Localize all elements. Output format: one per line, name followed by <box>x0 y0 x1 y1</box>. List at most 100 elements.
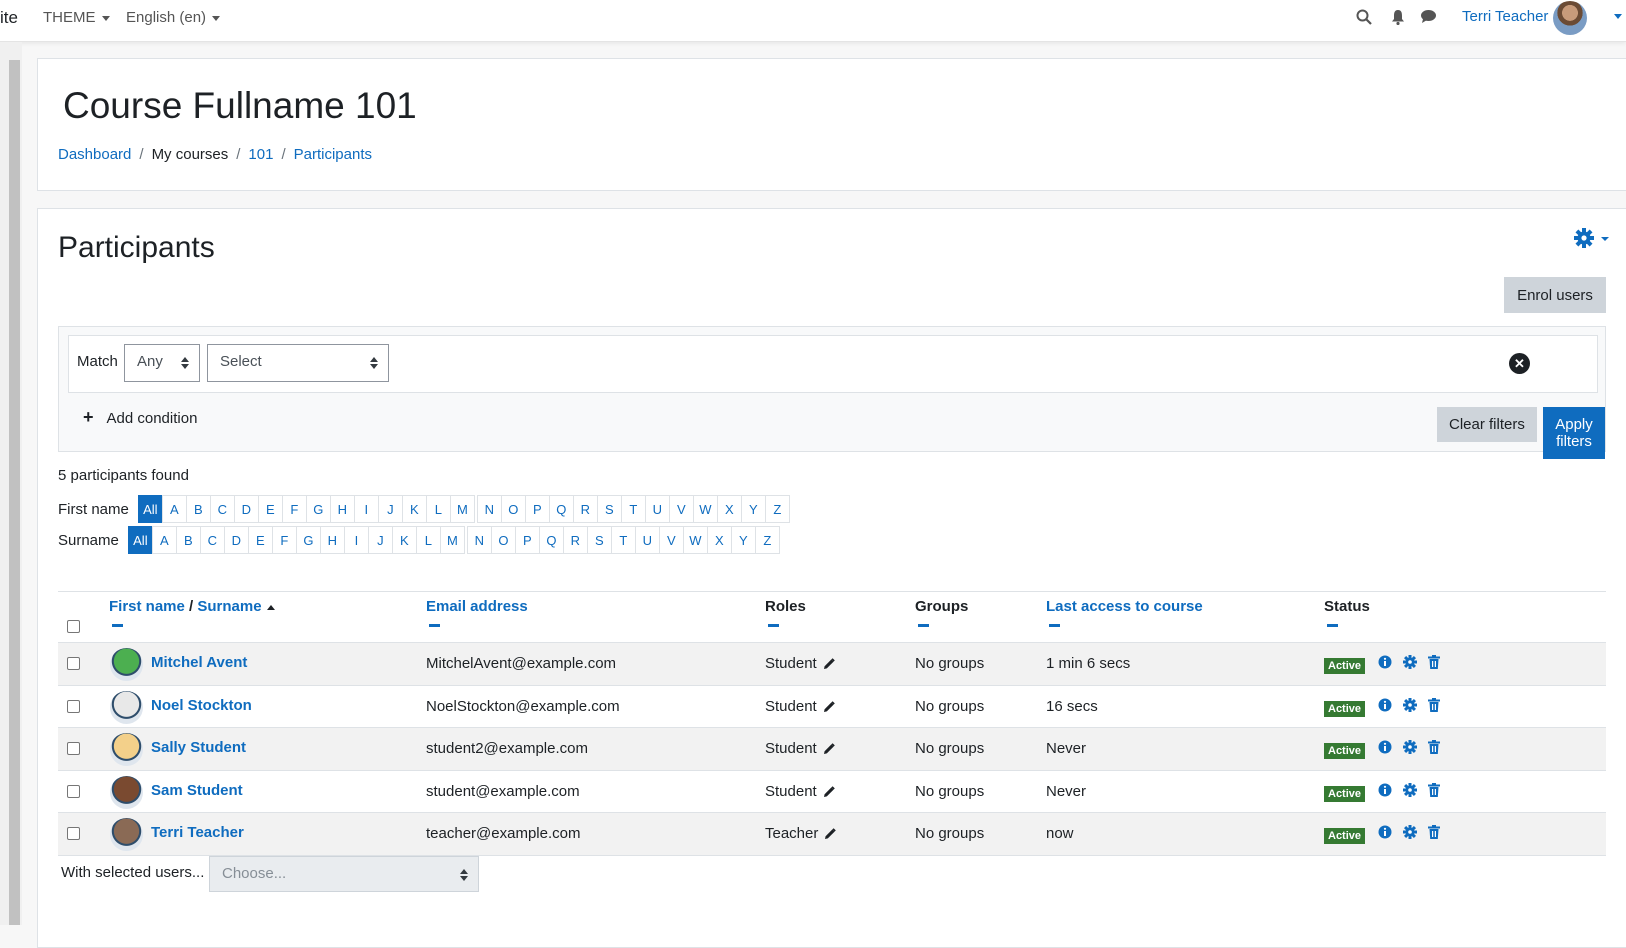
edit-pencil-icon[interactable] <box>823 657 835 674</box>
site-name[interactable]: ite <box>0 8 18 28</box>
surname-initial-t[interactable]: T <box>610 526 636 554</box>
row-select-checkbox[interactable] <box>67 784 80 798</box>
surname-initial-e[interactable]: E <box>247 526 273 554</box>
surname-initial-b[interactable]: B <box>175 526 201 554</box>
firstname-initial-i[interactable]: I <box>353 495 379 523</box>
row-select-checkbox[interactable] <box>67 827 80 840</box>
edit-pencil-icon[interactable] <box>823 785 835 802</box>
firstname-initial-g[interactable]: G <box>305 495 331 523</box>
firstname-initial-d[interactable]: D <box>233 495 259 523</box>
avatar[interactable] <box>1553 1 1587 35</box>
chevron-down-icon[interactable] <box>1614 14 1622 19</box>
breadcrumb-course[interactable]: 101 <box>248 146 273 163</box>
surname-initial-h[interactable]: H <box>319 526 345 554</box>
firstname-initial-n[interactable]: N <box>476 495 502 523</box>
collapse-column-icon[interactable] <box>112 624 123 627</box>
firstname-initial-o[interactable]: O <box>500 495 526 523</box>
chat-icon[interactable] <box>1420 9 1437 28</box>
firstname-initial-s[interactable]: S <box>596 495 622 523</box>
firstname-initial-y[interactable]: Y <box>740 495 766 523</box>
sort-firstname[interactable]: First name <box>109 598 185 615</box>
firstname-initial-l[interactable]: L <box>425 495 451 523</box>
surname-initial-o[interactable]: O <box>490 526 516 554</box>
firstname-initial-all[interactable]: All <box>137 495 163 523</box>
enrol-users-button[interactable]: Enrol users <box>1504 277 1606 313</box>
settings-menu[interactable] <box>1573 227 1613 255</box>
collapse-column-icon[interactable] <box>1049 624 1060 627</box>
surname-initial-j[interactable]: J <box>367 526 393 554</box>
firstname-initial-w[interactable]: W <box>692 495 718 523</box>
user-menu-name[interactable]: Terri Teacher <box>1462 8 1548 25</box>
surname-initial-g[interactable]: G <box>295 526 321 554</box>
firstname-initial-x[interactable]: X <box>716 495 742 523</box>
firstname-initial-u[interactable]: U <box>644 495 670 523</box>
filter-type-select[interactable]: Select <box>207 344 389 382</box>
breadcrumb-dashboard[interactable]: Dashboard <box>58 146 131 163</box>
participant-name-link[interactable]: Terri Teacher <box>151 824 244 841</box>
firstname-initial-b[interactable]: B <box>185 495 211 523</box>
drawer-scrollbar[interactable] <box>0 42 22 925</box>
firstname-initial-j[interactable]: J <box>377 495 403 523</box>
firstname-initial-m[interactable]: M <box>449 495 475 523</box>
language-menu[interactable]: English (en) <box>126 9 221 26</box>
firstname-initial-a[interactable]: A <box>161 495 187 523</box>
gear-icon[interactable] <box>1403 655 1417 669</box>
avatar[interactable] <box>110 733 143 766</box>
surname-initial-y[interactable]: Y <box>730 526 756 554</box>
edit-pencil-icon[interactable] <box>824 827 837 844</box>
surname-initial-r[interactable]: R <box>562 526 588 554</box>
firstname-initial-q[interactable]: Q <box>548 495 574 523</box>
gear-icon[interactable] <box>1403 697 1417 712</box>
row-select-checkbox[interactable] <box>67 742 80 755</box>
surname-initial-u[interactable]: U <box>634 526 660 554</box>
surname-initial-i[interactable]: I <box>343 526 369 554</box>
clear-filters-button[interactable]: Clear filters <box>1437 407 1537 442</box>
surname-initial-m[interactable]: M <box>439 526 465 554</box>
info-icon[interactable] <box>1378 825 1392 839</box>
firstname-initial-k[interactable]: K <box>401 495 427 523</box>
surname-initial-k[interactable]: K <box>391 526 417 554</box>
sort-email[interactable]: Email address <box>426 598 528 615</box>
participant-name-link[interactable]: Noel Stockton <box>151 697 252 714</box>
surname-initial-s[interactable]: S <box>586 526 612 554</box>
sort-lastaccess[interactable]: Last access to course <box>1046 598 1203 615</box>
add-condition-button[interactable]: + Add condition <box>83 407 197 428</box>
bell-icon[interactable] <box>1391 9 1405 29</box>
surname-initial-l[interactable]: L <box>415 526 441 554</box>
firstname-initial-z[interactable]: Z <box>764 495 790 523</box>
row-select-checkbox[interactable] <box>67 657 80 670</box>
apply-filters-button[interactable]: Apply filters <box>1543 407 1605 459</box>
info-icon[interactable] <box>1378 655 1392 669</box>
surname-initial-x[interactable]: X <box>706 526 732 554</box>
firstname-initial-r[interactable]: R <box>572 495 598 523</box>
firstname-initial-v[interactable]: V <box>668 495 694 523</box>
avatar[interactable] <box>110 818 143 851</box>
info-icon[interactable] <box>1378 698 1392 712</box>
gear-icon[interactable] <box>1403 740 1417 754</box>
scrollbar-thumb[interactable] <box>9 60 20 925</box>
match-select[interactable]: Any <box>124 344 200 382</box>
surname-initial-f[interactable]: F <box>271 526 297 554</box>
firstname-initial-p[interactable]: P <box>524 495 550 523</box>
surname-initial-q[interactable]: Q <box>538 526 564 554</box>
participant-name-link[interactable]: Mitchel Avent <box>151 654 247 671</box>
collapse-column-icon[interactable] <box>918 624 929 627</box>
theme-menu[interactable]: THEME <box>43 9 110 26</box>
bulk-action-select[interactable]: Choose... <box>209 856 479 892</box>
surname-initial-p[interactable]: P <box>514 526 540 554</box>
surname-initial-all[interactable]: All <box>127 526 153 554</box>
info-icon[interactable] <box>1378 783 1392 797</box>
select-all-checkbox[interactable] <box>67 620 80 633</box>
avatar[interactable] <box>110 690 143 724</box>
info-icon[interactable] <box>1378 740 1392 754</box>
surname-initial-z[interactable]: Z <box>754 526 780 554</box>
sort-surname[interactable]: Surname <box>197 598 261 615</box>
participant-name-link[interactable]: Sam Student <box>151 782 243 799</box>
trash-icon[interactable] <box>1428 655 1440 669</box>
avatar[interactable] <box>110 648 143 681</box>
firstname-initial-e[interactable]: E <box>257 495 283 523</box>
row-select-checkbox[interactable] <box>67 699 80 713</box>
firstname-initial-f[interactable]: F <box>281 495 307 523</box>
collapse-column-icon[interactable] <box>768 624 779 627</box>
edit-pencil-icon[interactable] <box>823 700 835 717</box>
